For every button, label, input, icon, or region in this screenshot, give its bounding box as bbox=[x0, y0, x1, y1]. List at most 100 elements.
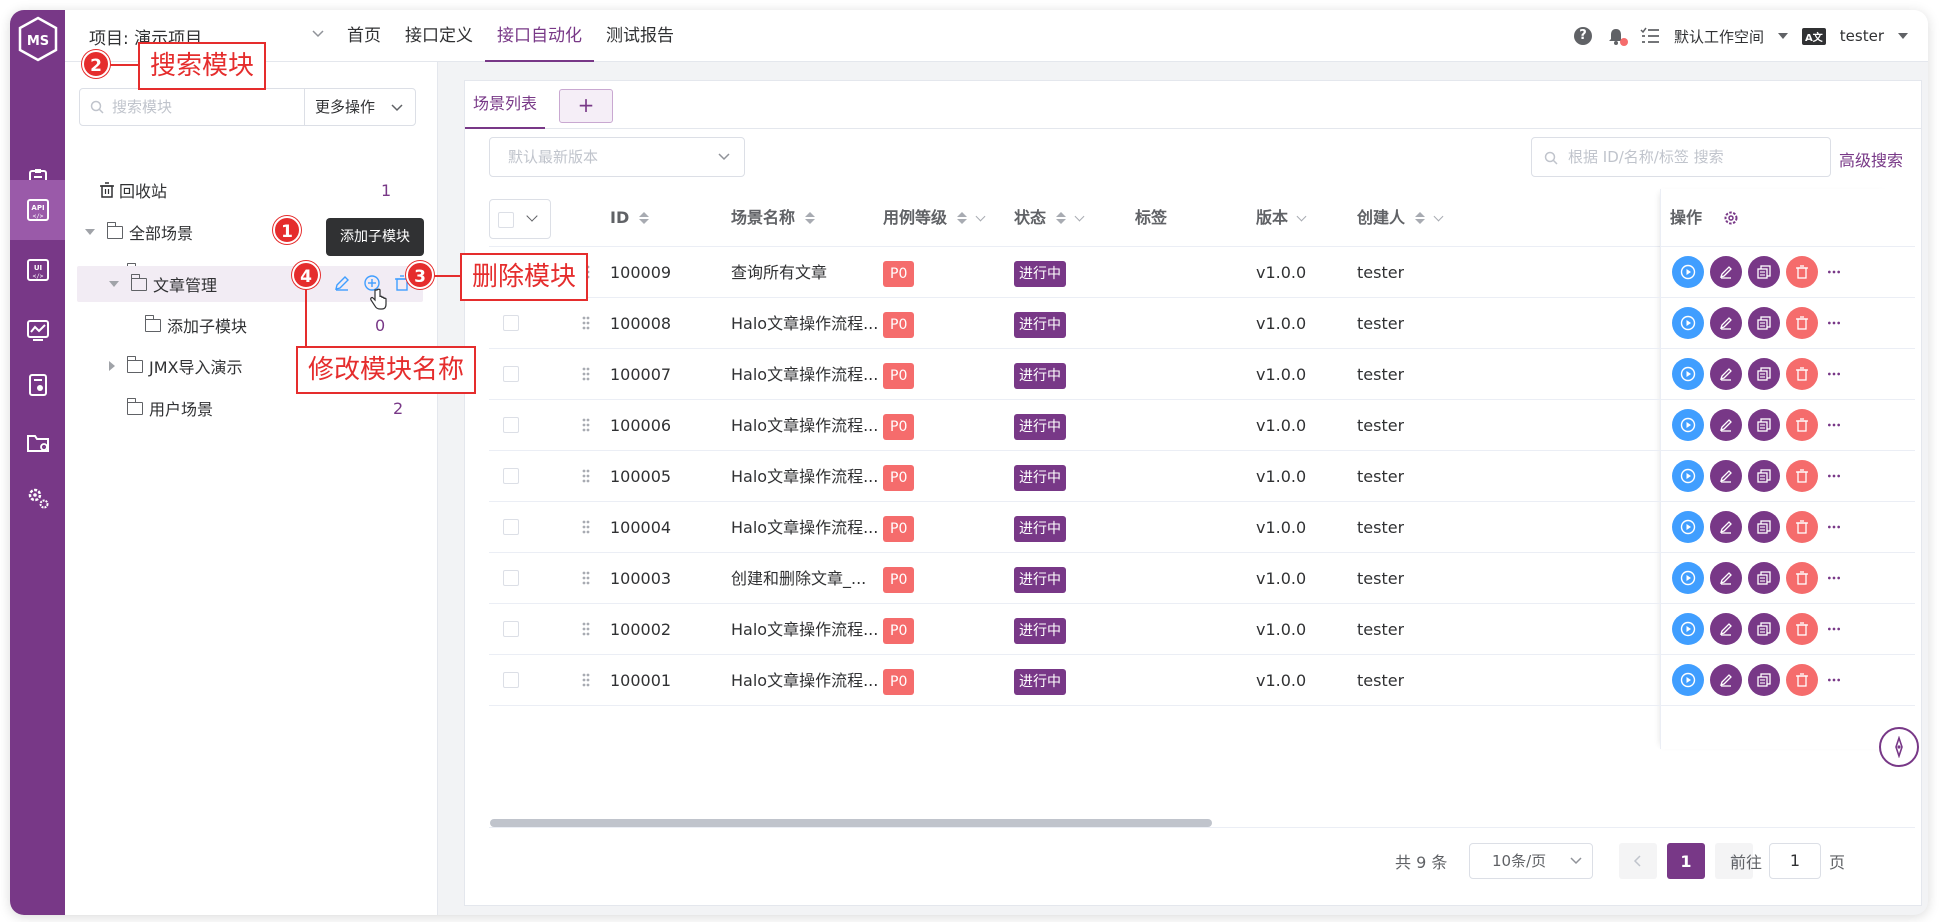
nav-settings-icon[interactable] bbox=[10, 468, 65, 528]
drag-handle-icon[interactable] bbox=[581, 366, 591, 382]
help-icon[interactable]: ? bbox=[1574, 27, 1593, 45]
more-icon[interactable] bbox=[1822, 358, 1846, 390]
tree-node-article-mgmt[interactable]: 文章管理 bbox=[109, 266, 309, 302]
tab-scene-list[interactable]: 场景列表 bbox=[465, 81, 545, 129]
nav-home[interactable]: 首页 bbox=[335, 10, 393, 62]
language-icon[interactable]: A文 bbox=[1802, 27, 1826, 45]
workspace-selector[interactable]: 默认工作空间 bbox=[1674, 26, 1764, 47]
run-icon[interactable] bbox=[1672, 256, 1704, 288]
cell-scene-name[interactable]: Halo文章操作流程... bbox=[731, 655, 881, 706]
page-size-select[interactable]: 10条/页 bbox=[1469, 843, 1593, 879]
prev-page-button[interactable] bbox=[1619, 843, 1657, 879]
table-row[interactable]: 100001 Halo文章操作流程... P0 进行中 v1.0.0 tester bbox=[489, 655, 1915, 706]
drag-handle-icon[interactable] bbox=[581, 315, 591, 331]
edit-icon[interactable] bbox=[1710, 358, 1742, 390]
row-checkbox[interactable] bbox=[503, 672, 519, 688]
filter-icon[interactable] bbox=[1433, 211, 1444, 221]
table-row[interactable]: 100007 Halo文章操作流程... P0 进行中 v1.0.0 tester bbox=[489, 349, 1915, 400]
copy-icon[interactable] bbox=[1748, 256, 1780, 288]
col-version[interactable]: 版本 bbox=[1256, 189, 1307, 247]
filter-icon[interactable] bbox=[975, 211, 986, 221]
scene-search-input[interactable] bbox=[1568, 147, 1823, 167]
filter-icon[interactable] bbox=[1074, 211, 1085, 221]
more-icon[interactable] bbox=[1822, 664, 1846, 696]
cell-scene-name[interactable]: Halo文章操作流程... bbox=[731, 298, 881, 349]
module-search[interactable] bbox=[79, 88, 305, 126]
drag-handle-icon[interactable] bbox=[581, 570, 591, 586]
copy-icon[interactable] bbox=[1748, 358, 1780, 390]
scene-search[interactable] bbox=[1531, 137, 1831, 177]
col-id[interactable]: ID bbox=[610, 189, 650, 247]
copy-icon[interactable] bbox=[1748, 307, 1780, 339]
filter-icon[interactable] bbox=[1296, 211, 1307, 221]
add-tab-button[interactable]: + bbox=[559, 89, 613, 123]
row-checkbox[interactable] bbox=[503, 468, 519, 484]
cell-scene-name[interactable]: Halo文章操作流程... bbox=[731, 349, 881, 400]
table-row[interactable]: 100002 Halo文章操作流程... P0 进行中 v1.0.0 tester bbox=[489, 604, 1915, 655]
edit-icon[interactable] bbox=[333, 274, 351, 292]
cell-scene-name[interactable]: Halo文章操作流程... bbox=[731, 451, 881, 502]
drag-handle-icon[interactable] bbox=[581, 519, 591, 535]
goto-page-input[interactable]: 1 bbox=[1769, 843, 1821, 879]
table-row[interactable]: 100009 查询所有文章 P0 进行中 v1.0.0 tester bbox=[489, 247, 1915, 298]
tree-node-add-sub[interactable]: 添加子模块 0 bbox=[144, 307, 385, 343]
delete-icon[interactable] bbox=[1786, 562, 1818, 594]
sort-icon[interactable] bbox=[957, 212, 968, 224]
edit-icon[interactable] bbox=[1710, 613, 1742, 645]
delete-icon[interactable] bbox=[1786, 664, 1818, 696]
delete-icon[interactable] bbox=[1786, 409, 1818, 441]
cell-scene-name[interactable]: Halo文章操作流程... bbox=[731, 400, 881, 451]
run-icon[interactable] bbox=[1672, 562, 1704, 594]
edit-icon[interactable] bbox=[1710, 562, 1742, 594]
col-status[interactable]: 状态 bbox=[1014, 189, 1085, 247]
edit-icon[interactable] bbox=[1710, 511, 1742, 543]
sort-icon[interactable] bbox=[1415, 212, 1426, 224]
copy-icon[interactable] bbox=[1748, 613, 1780, 645]
nav-project-icon[interactable] bbox=[10, 412, 65, 472]
horizontal-scrollbar[interactable] bbox=[490, 819, 1212, 827]
bell-icon[interactable] bbox=[1606, 26, 1629, 46]
col-level[interactable]: 用例等级 bbox=[883, 189, 986, 247]
nav-report-icon[interactable] bbox=[10, 355, 65, 415]
caret-down-icon[interactable] bbox=[1898, 33, 1908, 39]
version-select[interactable]: 默认最新版本 bbox=[489, 137, 745, 177]
edit-icon[interactable] bbox=[1710, 409, 1742, 441]
more-icon[interactable] bbox=[1822, 409, 1846, 441]
more-icon[interactable] bbox=[1822, 562, 1846, 594]
nav-api-icon[interactable]: API </> bbox=[10, 180, 65, 240]
more-icon[interactable] bbox=[1822, 613, 1846, 645]
compass-icon[interactable] bbox=[1879, 727, 1919, 767]
table-row[interactable]: 100003 创建和删除文章_... P0 进行中 v1.0.0 tester bbox=[489, 553, 1915, 604]
more-icon[interactable] bbox=[1822, 511, 1846, 543]
select-all-dropdown[interactable] bbox=[489, 199, 551, 239]
advanced-search-link[interactable]: 高级搜索 bbox=[1839, 147, 1903, 171]
run-icon[interactable] bbox=[1672, 358, 1704, 390]
cell-scene-name[interactable]: Halo文章操作流程... bbox=[731, 502, 881, 553]
table-row[interactable]: 100004 Halo文章操作流程... P0 进行中 v1.0.0 tester bbox=[489, 502, 1915, 553]
tree-node-user-scene[interactable]: 用户场景 2 bbox=[126, 390, 407, 426]
module-search-input[interactable] bbox=[112, 97, 292, 117]
nav-test-report[interactable]: 测试报告 bbox=[594, 10, 686, 62]
expand-icon[interactable] bbox=[85, 229, 95, 235]
delete-icon[interactable] bbox=[1786, 511, 1818, 543]
row-checkbox[interactable] bbox=[503, 417, 519, 433]
run-icon[interactable] bbox=[1672, 613, 1704, 645]
user-menu[interactable]: tester bbox=[1840, 27, 1884, 45]
nav-performance-icon[interactable] bbox=[10, 300, 65, 360]
edit-icon[interactable] bbox=[1710, 460, 1742, 492]
more-icon[interactable] bbox=[1822, 307, 1846, 339]
more-actions-button[interactable]: 更多操作 bbox=[304, 88, 416, 126]
chevron-down-icon[interactable] bbox=[311, 26, 325, 40]
sort-icon[interactable] bbox=[639, 212, 650, 224]
row-checkbox[interactable] bbox=[503, 315, 519, 331]
delete-icon[interactable] bbox=[1786, 613, 1818, 645]
run-icon[interactable] bbox=[1672, 460, 1704, 492]
copy-icon[interactable] bbox=[1748, 562, 1780, 594]
drag-handle-icon[interactable] bbox=[581, 417, 591, 433]
copy-icon[interactable] bbox=[1748, 409, 1780, 441]
page-1-button[interactable]: 1 bbox=[1667, 843, 1705, 879]
run-icon[interactable] bbox=[1672, 409, 1704, 441]
row-checkbox[interactable] bbox=[503, 366, 519, 382]
edit-icon[interactable] bbox=[1710, 664, 1742, 696]
edit-icon[interactable] bbox=[1710, 256, 1742, 288]
